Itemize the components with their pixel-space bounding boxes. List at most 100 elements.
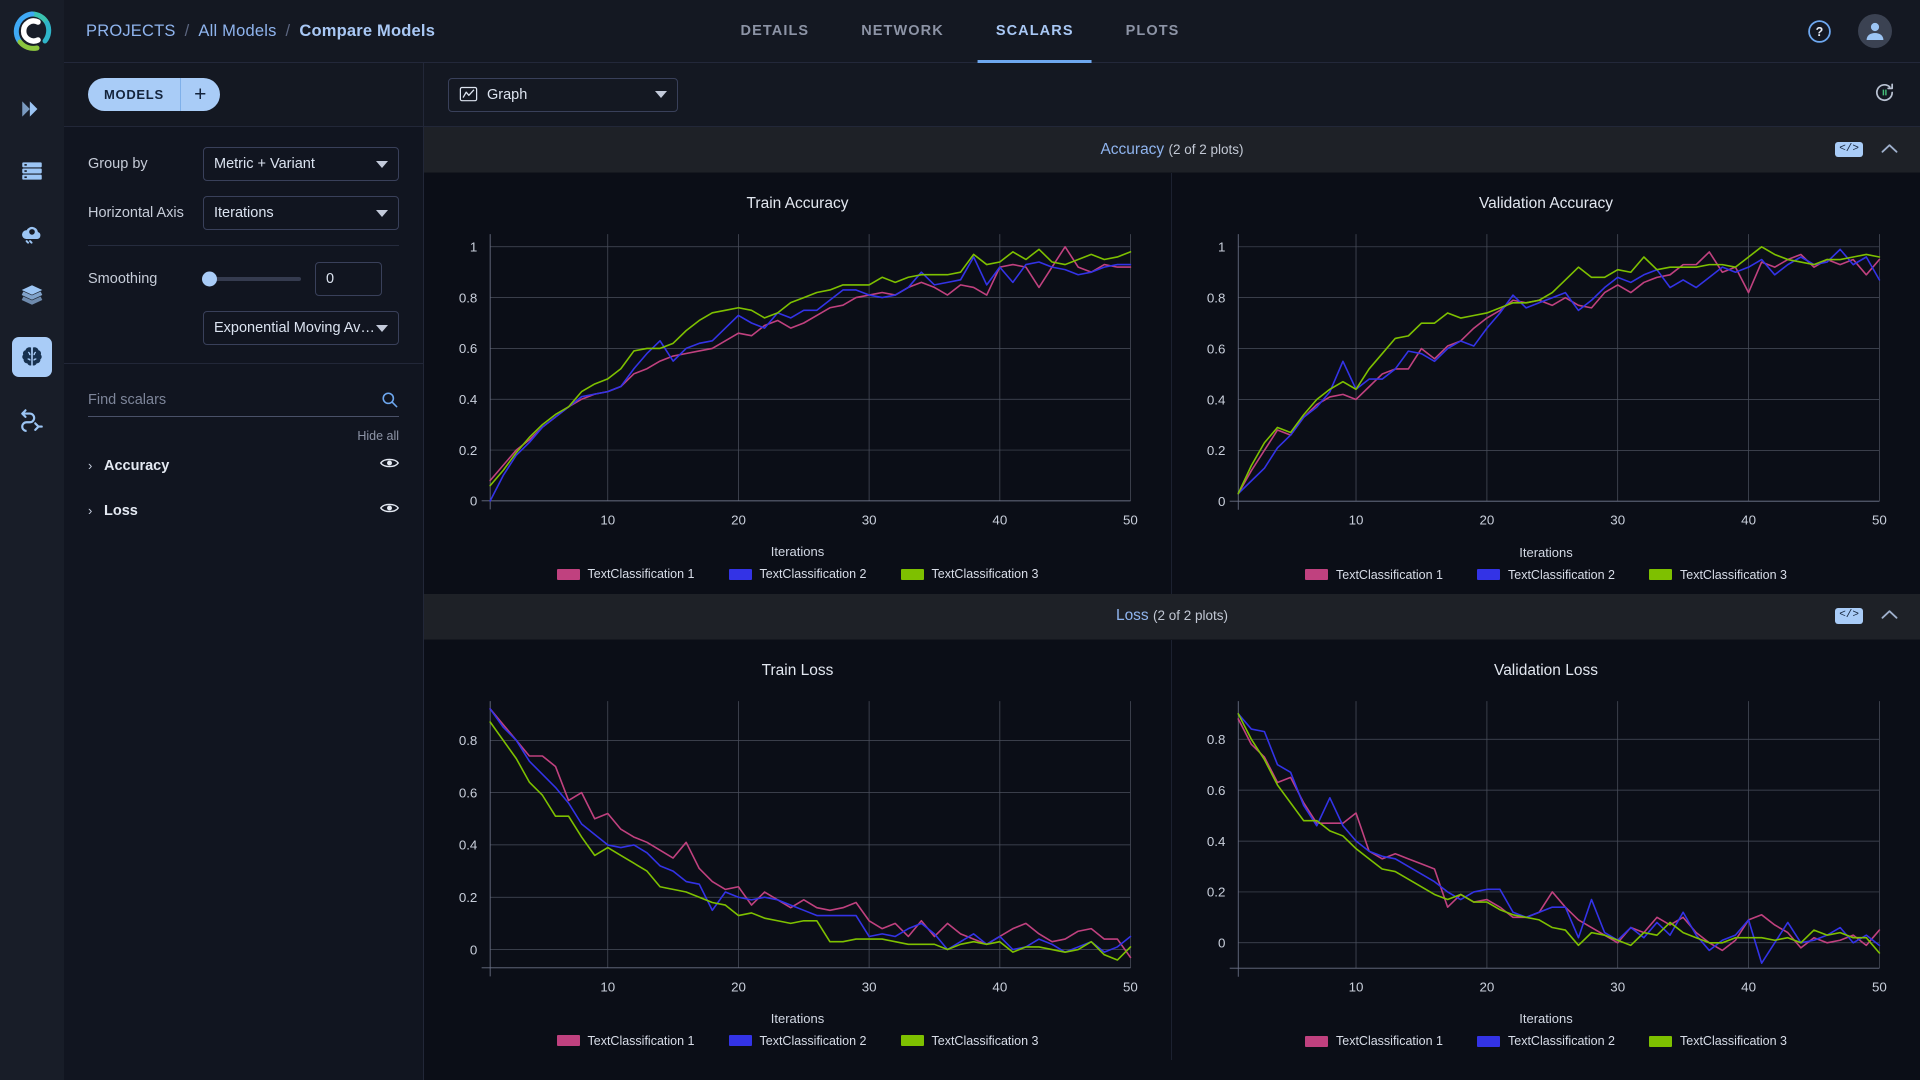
hide-all-button[interactable]: Hide all (88, 429, 399, 443)
add-model-button[interactable]: + (180, 78, 220, 111)
auto-refresh-button[interactable] (1873, 81, 1896, 109)
smoothing-algorithm-value: Exponential Moving Av… (214, 320, 375, 336)
metric-item-accuracy[interactable]: › Accuracy (88, 443, 399, 488)
help-circle-icon[interactable]: ? (1807, 19, 1832, 44)
group-name: Loss (1116, 607, 1149, 624)
horizontal-axis-value: Iterations (214, 205, 274, 221)
legend-label: TextClassification 2 (1508, 568, 1615, 582)
group-header-loss[interactable]: Loss (2 of 2 plots) </> (424, 594, 1920, 640)
smoothing-slider[interactable] (203, 277, 301, 281)
tab-plots[interactable]: PLOTS (1100, 0, 1206, 63)
legend-label: TextClassification 3 (932, 1034, 1039, 1048)
plot-title: Validation Accuracy (1172, 173, 1920, 217)
plot-grid-loss: Train Loss 00.20.40.60.81020304050 Itera… (424, 640, 1920, 1061)
plot-validation-loss[interactable]: Validation Loss 00.20.40.60.81020304050 … (1172, 640, 1920, 1061)
plot-validation-accuracy[interactable]: Validation Accuracy 00.20.40.60.81102030… (1172, 173, 1920, 594)
legend-item[interactable]: TextClassification 1 (557, 1034, 695, 1048)
brain-icon (19, 344, 45, 370)
search-icon[interactable] (380, 390, 399, 409)
svg-text:20: 20 (731, 512, 746, 527)
svg-text:0.4: 0.4 (1207, 392, 1226, 407)
plot-train-loss[interactable]: Train Loss 00.20.40.60.81020304050 Itera… (424, 640, 1172, 1061)
legend-item[interactable]: TextClassification 2 (1477, 1034, 1615, 1048)
group-title: Accuracy (2 of 2 plots) (1100, 141, 1243, 159)
tab-network[interactable]: NETWORK (835, 0, 970, 63)
x-axis-label: Iterations (1172, 1011, 1920, 1026)
svg-text:0.8: 0.8 (1207, 290, 1226, 305)
rail-item-models[interactable] (12, 275, 52, 315)
svg-text:0.6: 0.6 (459, 785, 478, 800)
legend-swatch (1649, 569, 1672, 580)
legend-item[interactable]: TextClassification 1 (557, 567, 695, 581)
breadcrumb-item-all-models[interactable]: All Models (198, 22, 276, 41)
eye-icon[interactable] (380, 501, 399, 520)
nav-tabs: DETAILS NETWORK SCALARS PLOTS (715, 0, 1206, 63)
legend-item[interactable]: TextClassification 3 (901, 1034, 1039, 1048)
group-actions: </> (1835, 141, 1920, 159)
plot-legend: TextClassification 1 TextClassification … (424, 1026, 1171, 1060)
chevron-up-icon[interactable] (1881, 607, 1898, 625)
group-by-select[interactable]: Metric + Variant (203, 147, 399, 181)
rail-item-datasets[interactable] (12, 151, 52, 191)
eye-icon[interactable] (380, 456, 399, 475)
smoothing-slider-knob[interactable] (202, 272, 217, 287)
rail-item-compare[interactable] (12, 337, 52, 377)
plot-canvas[interactable]: 00.20.40.60.811020304050 (1172, 217, 1920, 543)
metric-item-loss[interactable]: › Loss (88, 488, 399, 533)
group-count: (2 of 2 plots) (1153, 608, 1228, 623)
horizontal-axis-select[interactable]: Iterations (203, 196, 399, 230)
tab-scalars[interactable]: SCALARS (970, 0, 1100, 63)
top-right-actions: ? (1807, 14, 1920, 48)
legend-item[interactable]: TextClassification 2 (729, 567, 867, 581)
graph-type-select[interactable]: Graph (448, 78, 678, 112)
group-title: Loss (2 of 2 plots) (1116, 607, 1228, 625)
breadcrumb-item-projects[interactable]: PROJECTS (86, 22, 176, 41)
smoothing-value-input[interactable] (315, 262, 382, 296)
group-actions: </> (1835, 607, 1920, 625)
plot-train-accuracy[interactable]: Train Accuracy 00.20.40.60.811020304050 … (424, 173, 1172, 594)
group-header-accuracy[interactable]: Accuracy (2 of 2 plots) </> (424, 127, 1920, 173)
rail-item-orchestration[interactable] (12, 213, 52, 253)
legend-item[interactable]: TextClassification 2 (729, 1034, 867, 1048)
tab-details[interactable]: DETAILS (715, 0, 836, 63)
plot-canvas[interactable]: 00.20.40.60.811020304050 (424, 217, 1171, 542)
legend-swatch (1477, 1036, 1500, 1047)
svg-text:0.4: 0.4 (459, 392, 478, 407)
breadcrumb-separator: / (185, 22, 190, 41)
legend-label: TextClassification 3 (1680, 1034, 1787, 1048)
svg-text:50: 50 (1123, 979, 1138, 994)
svg-text:0: 0 (470, 494, 477, 509)
plots-scroll-area[interactable]: Accuracy (2 of 2 plots) </> (424, 127, 1920, 1080)
user-avatar[interactable] (1858, 14, 1892, 48)
plot-canvas[interactable]: 00.20.40.60.81020304050 (424, 684, 1171, 1009)
svg-text:30: 30 (862, 979, 877, 994)
search-input[interactable] (88, 392, 380, 408)
code-badge[interactable]: </> (1835, 142, 1863, 158)
legend-item[interactable]: TextClassification 2 (1477, 568, 1615, 582)
plot-legend: TextClassification 1 TextClassification … (424, 559, 1171, 593)
metric-item-label: Loss (104, 503, 138, 519)
chevron-up-icon[interactable] (1881, 141, 1898, 159)
svg-text:10: 10 (600, 512, 615, 527)
legend-swatch (901, 1035, 924, 1046)
rail-item-workflow[interactable] (12, 399, 52, 439)
chevron-right-icon[interactable]: › (88, 459, 104, 472)
models-button[interactable]: MODELS + (88, 78, 220, 111)
legend-item[interactable]: TextClassification 1 (1305, 1034, 1443, 1048)
chevron-right-icon[interactable]: › (88, 504, 104, 517)
rail-item-pipelines[interactable] (12, 89, 52, 129)
eye-glyph (380, 456, 399, 470)
smoothing-label: Smoothing (88, 271, 203, 287)
app-logo[interactable] (0, 0, 64, 63)
plot-title: Train Loss (424, 640, 1171, 684)
plot-canvas[interactable]: 00.20.40.60.81020304050 (1172, 684, 1920, 1010)
code-badge[interactable]: </> (1835, 608, 1863, 624)
legend-item[interactable]: TextClassification 1 (1305, 568, 1443, 582)
legend-item[interactable]: TextClassification 3 (1649, 568, 1787, 582)
smoothing-algorithm-select[interactable]: Exponential Moving Av… (203, 311, 399, 345)
legend-item[interactable]: TextClassification 3 (901, 567, 1039, 581)
eye-glyph (380, 501, 399, 515)
legend-label: TextClassification 2 (760, 1034, 867, 1048)
legend-item[interactable]: TextClassification 3 (1649, 1034, 1787, 1048)
legend-swatch (901, 569, 924, 580)
